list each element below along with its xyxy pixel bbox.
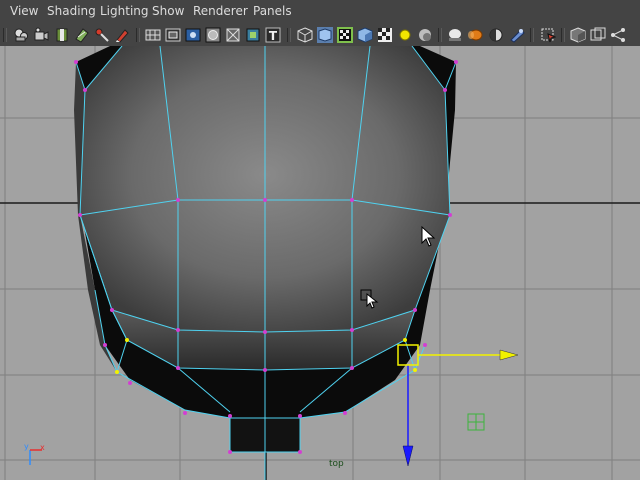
- panel-toolbar: T: [0, 24, 640, 47]
- viewport-top[interactable]: x y top: [0, 46, 640, 480]
- toolbar-separator: [438, 28, 442, 42]
- multisample-aa-icon[interactable]: [488, 27, 504, 43]
- svg-text:T: T: [269, 29, 278, 43]
- isolate-select-icon[interactable]: [540, 27, 556, 43]
- gate-mask-icon[interactable]: [205, 27, 221, 43]
- camera-name-label: top: [329, 459, 344, 469]
- toolbar-separator: [561, 28, 565, 42]
- motion-blur-icon[interactable]: [467, 27, 483, 43]
- safe-title-icon[interactable]: T: [265, 27, 281, 43]
- smooth-shade-icon[interactable]: [317, 27, 333, 43]
- camera-attributes-icon[interactable]: [33, 27, 49, 43]
- menu-lighting[interactable]: Lighting: [100, 4, 149, 18]
- wireframe-on-shaded-icon[interactable]: [337, 27, 353, 43]
- field-chart-icon[interactable]: [225, 27, 241, 43]
- resolution-gate-icon[interactable]: [185, 27, 201, 43]
- xray-icon[interactable]: [570, 27, 586, 43]
- film-gate-icon[interactable]: [165, 27, 181, 43]
- xray-joints-icon[interactable]: [590, 27, 606, 43]
- axis-y-label: y: [24, 442, 29, 451]
- grease-pencil-icon[interactable]: [114, 27, 130, 43]
- xray-active-icon[interactable]: [610, 27, 626, 43]
- panel-menu-bar: View Shading Lighting Show Renderer Pane…: [0, 0, 640, 25]
- menu-shading[interactable]: Shading: [47, 4, 96, 18]
- shadows-icon[interactable]: [417, 27, 433, 43]
- use-all-lights-icon[interactable]: [397, 27, 413, 43]
- toolbar-separator: [287, 28, 291, 42]
- depth-of-field-icon[interactable]: [509, 27, 525, 43]
- image-plane-icon[interactable]: [74, 27, 90, 43]
- menu-renderer[interactable]: Renderer: [193, 4, 248, 18]
- screen-space-ambient-occlusion-icon[interactable]: [447, 27, 463, 43]
- menu-panels[interactable]: Panels: [253, 4, 292, 18]
- toolbar-separator: [3, 28, 7, 42]
- toolbar-separator: [530, 28, 534, 42]
- safe-action-icon[interactable]: [245, 27, 261, 43]
- wireframe-icon[interactable]: [297, 27, 313, 43]
- menu-view[interactable]: View: [10, 4, 38, 18]
- axis-x-label: x: [40, 443, 45, 452]
- two-d-pan-zoom-icon[interactable]: [94, 27, 110, 43]
- camera-select-icon[interactable]: [13, 27, 29, 43]
- toolbar-separator: [136, 28, 140, 42]
- textured-icon[interactable]: [377, 27, 393, 43]
- viewport-canvas[interactable]: x y: [0, 46, 640, 480]
- grid-icon[interactable]: [145, 27, 161, 43]
- menu-show[interactable]: Show: [152, 4, 184, 18]
- bookmark-icon[interactable]: [54, 27, 70, 43]
- default-material-icon[interactable]: [357, 27, 373, 43]
